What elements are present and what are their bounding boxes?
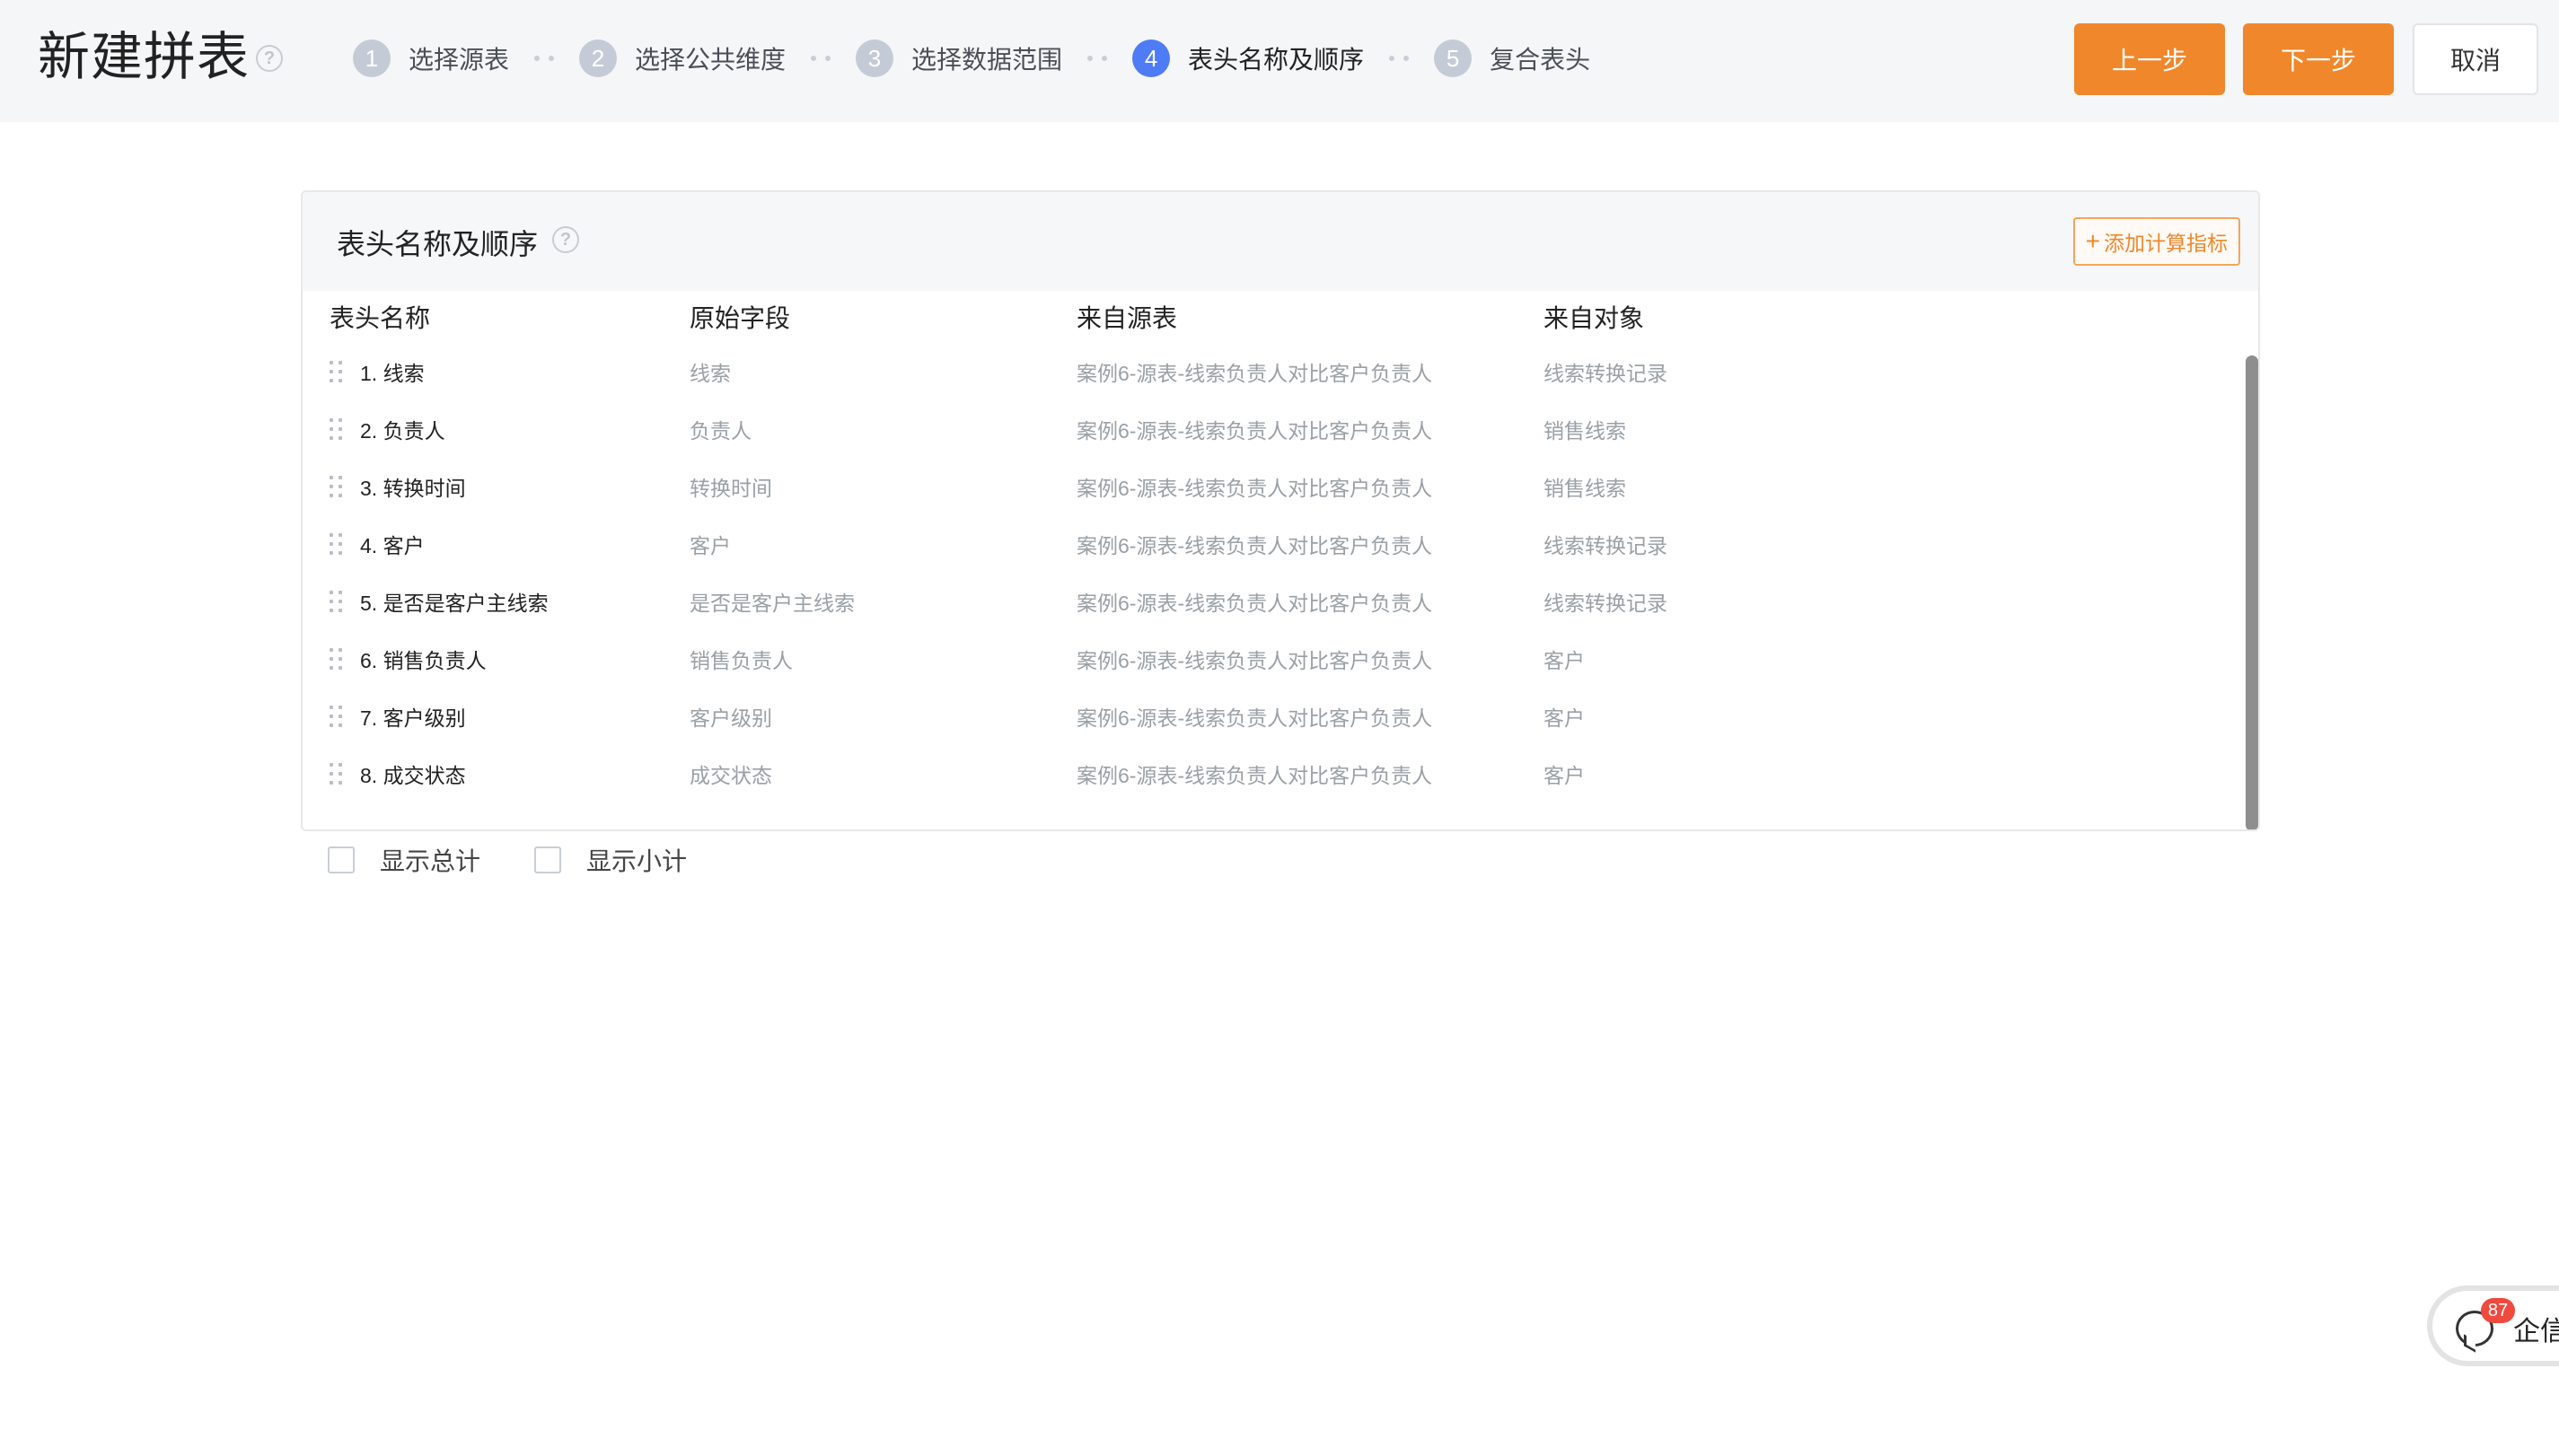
step-number: 2	[579, 39, 618, 77]
show-total-label: 显示总计	[380, 847, 481, 875]
source-table: 案例6-源表-线索负责人对比客户负责人	[1077, 764, 1433, 787]
header-name: 8. 成交状态	[360, 764, 466, 787]
original-field: 负责人	[690, 419, 752, 443]
header-table: 表头名称 原始字段 来自源表 来自对象 1. 线索 线索 案例6-源表-线索负责…	[303, 291, 2258, 803]
original-field: 线索	[690, 362, 731, 385]
source-object: 线索转换记录	[1543, 592, 1667, 615]
show-subtotal-checkbox[interactable]	[534, 846, 562, 873]
cancel-button[interactable]: 取消	[2413, 23, 2538, 95]
source-object: 线索转换记录	[1543, 534, 1667, 557]
header-order-panel: 表头名称及顺序 ? + 添加计算指标 表头名称 原始字段 来自源表 来自对象 1…	[301, 190, 2260, 831]
step-separator	[1389, 56, 1410, 61]
column-header-field: 原始字段	[690, 304, 791, 332]
panel-header: 表头名称及顺序 ? + 添加计算指标	[303, 192, 2258, 291]
table-row[interactable]: 6. 销售负责人 销售负责人 案例6-源表-线索负责人对比客户负责人 客户	[303, 630, 2258, 688]
show-subtotal-label: 显示小计	[586, 847, 688, 875]
step-label-active: 表头名称及顺序	[1188, 46, 1365, 74]
step-label: 复合表头	[1490, 46, 1591, 74]
step-5[interactable]: 5 复合表头	[1434, 39, 1590, 77]
step-3[interactable]: 3 选择数据范围	[856, 39, 1062, 77]
header-name: 2. 负责人	[360, 419, 445, 443]
drag-handle-icon[interactable]	[330, 589, 344, 614]
step-number: 1	[353, 39, 391, 77]
vertical-scrollbar[interactable]	[2246, 355, 2258, 829]
header-name: 4. 客户	[360, 534, 425, 557]
page-title: 新建拼表	[38, 28, 251, 86]
source-table: 案例6-源表-线索负责人对比客户负责人	[1077, 534, 1433, 557]
chat-widget[interactable]: 87 企信	[2427, 1285, 2559, 1366]
header-name: 5. 是否是客户主线索	[360, 592, 549, 615]
prev-step-button[interactable]: 上一步	[2074, 23, 2225, 95]
summary-options: 显示总计 显示小计	[328, 842, 687, 878]
question-circle-icon[interactable]: ?	[256, 45, 283, 72]
step-label: 选择公共维度	[635, 46, 787, 74]
step-number: 3	[856, 39, 894, 77]
column-header-name: 表头名称	[330, 304, 431, 332]
step-separator	[811, 56, 831, 61]
column-header-source: 来自源表	[1077, 304, 1178, 332]
source-object: 销售线索	[1543, 477, 1626, 500]
header-name: 3. 转换时间	[360, 477, 466, 500]
chat-label: 企信	[2513, 1317, 2559, 1346]
header-name: 7. 客户级别	[360, 706, 466, 730]
drag-handle-icon[interactable]	[330, 359, 344, 384]
source-table: 案例6-源表-线索负责人对比客户负责人	[1077, 477, 1433, 500]
table-row[interactable]: 7. 客户级别 客户级别 案例6-源表-线索负责人对比客户负责人 客户	[303, 688, 2258, 745]
step-separator	[534, 56, 555, 61]
source-table: 案例6-源表-线索负责人对比客户负责人	[1077, 706, 1433, 730]
top-bar: 新建拼表 ? 1 选择源表 2 选择公共维度 3 选择数据范围 4 表头名称及顺…	[0, 0, 2559, 122]
source-table: 案例6-源表-线索负责人对比客户负责人	[1077, 649, 1433, 672]
unread-badge: 87	[2481, 1298, 2515, 1323]
next-step-button[interactable]: 下一步	[2243, 23, 2394, 95]
add-metric-label: 添加计算指标	[2104, 232, 2228, 255]
table-row[interactable]: 4. 客户 客户 案例6-源表-线索负责人对比客户负责人 线索转换记录	[303, 515, 2258, 573]
drag-handle-icon[interactable]	[330, 531, 344, 557]
original-field: 转换时间	[690, 477, 772, 500]
source-table: 案例6-源表-线索负责人对比客户负责人	[1077, 362, 1433, 385]
source-object: 客户	[1543, 706, 1585, 730]
source-table: 案例6-源表-线索负责人对比客户负责人	[1077, 592, 1433, 615]
source-object: 销售线索	[1543, 419, 1626, 443]
drag-handle-icon[interactable]	[330, 646, 344, 671]
column-header-object: 来自对象	[1543, 304, 1645, 332]
original-field: 客户级别	[690, 706, 772, 730]
show-subtotal-option[interactable]: 显示小计	[534, 842, 687, 878]
show-total-checkbox[interactable]	[328, 846, 355, 873]
table-row[interactable]: 3. 转换时间 转换时间 案例6-源表-线索负责人对比客户负责人 销售线索	[303, 458, 2258, 515]
drag-handle-icon[interactable]	[330, 417, 344, 442]
show-total-option[interactable]: 显示总计	[328, 842, 480, 878]
source-object: 客户	[1543, 649, 1585, 672]
original-field: 成交状态	[690, 764, 772, 787]
step-label: 选择源表	[409, 46, 510, 74]
step-2[interactable]: 2 选择公共维度	[579, 39, 786, 77]
question-circle-icon[interactable]: ?	[552, 226, 579, 253]
source-object: 客户	[1543, 764, 1585, 787]
source-table: 案例6-源表-线索负责人对比客户负责人	[1077, 419, 1433, 443]
source-object: 线索转换记录	[1543, 362, 1667, 385]
table-row[interactable]: 5. 是否是客户主线索 是否是客户主线索 案例6-源表-线索负责人对比客户负责人…	[303, 573, 2258, 630]
step-4[interactable]: 4 表头名称及顺序	[1132, 39, 1364, 77]
step-1[interactable]: 1 选择源表	[353, 39, 509, 77]
table-row[interactable]: 8. 成交状态 成交状态 案例6-源表-线索负责人对比客户负责人 客户	[303, 745, 2258, 803]
plus-icon: +	[2085, 227, 2100, 255]
step-label: 选择数据范围	[911, 46, 1063, 74]
table-header-row: 表头名称 原始字段 来自源表 来自对象	[303, 291, 2258, 343]
header-name: 6. 销售负责人	[360, 649, 487, 672]
header-name: 1. 线索	[360, 362, 425, 385]
table-row[interactable]: 1. 线索 线索 案例6-源表-线索负责人对比客户负责人 线索转换记录	[303, 343, 2258, 400]
step-number: 5	[1434, 39, 1473, 77]
original-field: 销售负责人	[690, 649, 793, 672]
drag-handle-icon[interactable]	[330, 474, 344, 499]
step-separator	[1087, 56, 1108, 61]
table-row[interactable]: 2. 负责人 负责人 案例6-源表-线索负责人对比客户负责人 销售线索	[303, 400, 2258, 458]
stepper: 1 选择源表 2 选择公共维度 3 选择数据范围 4 表头名称及顺序 5 复合表…	[353, 36, 1590, 81]
add-metric-button[interactable]: + 添加计算指标	[2072, 217, 2240, 266]
drag-handle-icon[interactable]	[330, 761, 344, 786]
drag-handle-icon[interactable]	[330, 704, 344, 729]
original-field: 客户	[690, 534, 731, 557]
original-field: 是否是客户主线索	[690, 592, 855, 615]
panel-title: 表头名称及顺序	[337, 228, 539, 260]
step-number-active: 4	[1132, 39, 1171, 77]
